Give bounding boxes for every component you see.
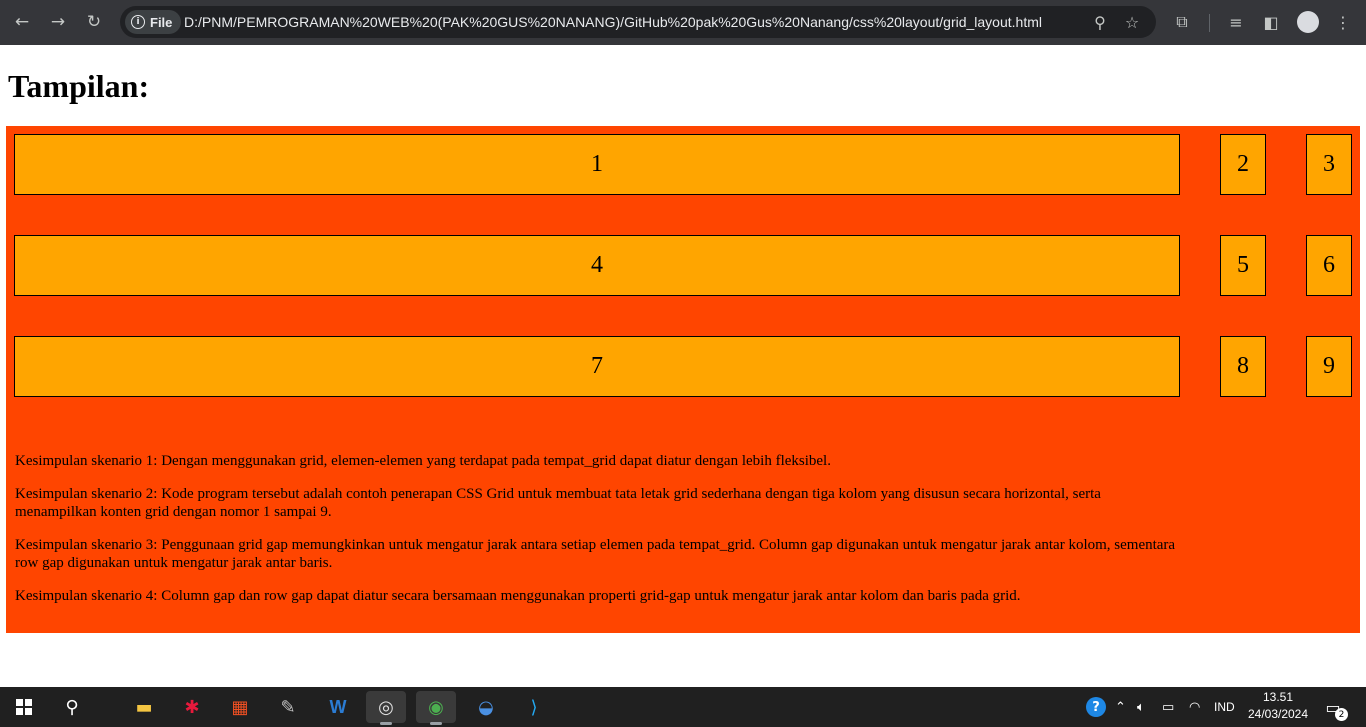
help-icon[interactable]: ? xyxy=(1086,687,1106,727)
speaker-icon[interactable]: 🔈︎ xyxy=(1137,687,1145,727)
start-icon[interactable] xyxy=(4,691,44,723)
extensions-icon[interactable]: ⧉ xyxy=(1168,8,1196,36)
address-bar[interactable]: i File D:/PNM/PEMROGRAMAN%20WEB%20(PAK%2… xyxy=(120,6,1156,38)
taskbar: ⚲ ▬ ✱ ▦ ✎ W ◎ ◉ ◒ ⟩ ? ⌃ 🔈︎ ▭ ◠ IND 13.51… xyxy=(0,687,1366,727)
media-queue-icon[interactable]: ≡ xyxy=(1222,8,1250,36)
app-icon[interactable]: ◒ xyxy=(466,691,506,723)
grid-item-6: 6 xyxy=(1306,235,1352,296)
grid-item-8: 8 xyxy=(1220,336,1266,397)
grid-container: 1 2 3 4 5 6 7 8 9 Kesimpulan skenario 1:… xyxy=(6,126,1360,633)
back-icon[interactable]: ← xyxy=(8,8,36,36)
app-icon[interactable]: ✎ xyxy=(268,691,308,723)
word-icon[interactable]: W xyxy=(318,691,358,723)
conclusion-4: Kesimpulan skenario 4: Column gap dan ro… xyxy=(15,588,1021,604)
notification-icon[interactable]: ▭ 2 xyxy=(1322,696,1348,721)
conclusion-2: Kesimpulan skenario 2: Kode program ters… xyxy=(15,486,1101,520)
notification-count: 2 xyxy=(1335,708,1348,721)
menu-icon[interactable]: ⋮ xyxy=(1329,8,1357,36)
grid-item-5: 5 xyxy=(1220,235,1266,296)
search-icon[interactable]: ⚲ xyxy=(52,691,92,723)
app-icon[interactable]: ✱ xyxy=(172,691,212,723)
zoom-icon[interactable]: ⚲ xyxy=(1086,8,1114,36)
star-icon[interactable]: ☆ xyxy=(1118,8,1146,36)
grid-item-4: 4 xyxy=(14,235,1180,296)
chevron-up-icon[interactable]: ⌃ xyxy=(1115,687,1126,727)
url-text[interactable]: D:/PNM/PEMROGRAMAN%20WEB%20(PAK%20GUS%20… xyxy=(184,6,1042,38)
chrome-icon[interactable]: ◉ xyxy=(416,691,456,725)
app-icon[interactable]: ◎ xyxy=(366,691,406,725)
side-panel-icon[interactable]: ◧ xyxy=(1257,8,1285,36)
conclusion-1: Kesimpulan skenario 1: Dengan menggunaka… xyxy=(15,453,831,469)
grid-item-2: 2 xyxy=(1220,134,1266,195)
wifi-icon[interactable]: ◠ xyxy=(1189,687,1200,727)
clock-time: 13.51 xyxy=(1262,690,1294,704)
grid-item-3: 3 xyxy=(1306,134,1352,195)
clock-date: 24/03/2024 xyxy=(1247,707,1309,721)
toolbar-divider xyxy=(1209,14,1210,32)
store-icon[interactable]: ▦ xyxy=(220,691,260,723)
browser-toolbar: ← → ↻ i File D:/PNM/PEMROGRAMAN%20WEB%20… xyxy=(0,0,1366,45)
clock[interactable]: 13.51 24/03/2024 xyxy=(1244,689,1312,723)
info-icon: i xyxy=(131,15,145,29)
site-info-chip[interactable]: i File xyxy=(125,10,182,34)
grid-item-7: 7 xyxy=(14,336,1180,397)
battery-icon[interactable]: ▭ xyxy=(1162,687,1174,727)
profile-icon[interactable] xyxy=(1297,11,1319,33)
file-explorer-icon[interactable]: ▬ xyxy=(124,691,164,723)
conclusions: Kesimpulan skenario 1: Dengan menggunaka… xyxy=(15,452,1185,620)
page-heading: Tampilan: xyxy=(8,68,150,104)
forward-icon[interactable]: → xyxy=(44,8,72,36)
site-info-label: File xyxy=(150,14,173,30)
grid-item-9: 9 xyxy=(1306,336,1352,397)
language-indicator[interactable]: IND xyxy=(1214,687,1235,727)
vscode-icon[interactable]: ⟩ xyxy=(514,691,554,723)
grid-item-1: 1 xyxy=(14,134,1180,195)
reload-icon[interactable]: ↻ xyxy=(80,8,108,36)
conclusion-3: Kesimpulan skenario 3: Penggunaan grid g… xyxy=(15,537,1176,571)
